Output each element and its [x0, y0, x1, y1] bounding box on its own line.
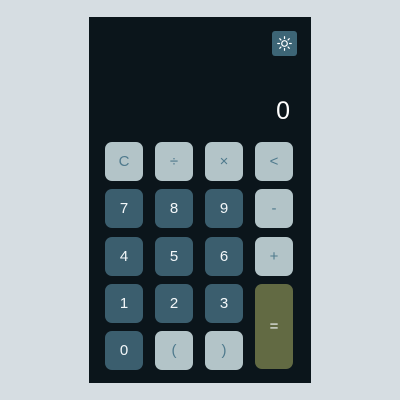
clear-button[interactable]: C [105, 142, 143, 181]
sun-icon [277, 36, 292, 51]
theme-toggle-button[interactable] [272, 31, 297, 56]
multiply-button[interactable]: × [205, 142, 243, 181]
equals-button[interactable]: = [255, 284, 293, 369]
seven-button[interactable]: 7 [105, 189, 143, 228]
six-button[interactable]: 6 [205, 237, 243, 276]
eight-button[interactable]: 8 [155, 189, 193, 228]
display-value: 0 [276, 97, 290, 125]
backspace-button[interactable]: < [255, 142, 293, 181]
calculator: 0 C ÷ × < 7 8 9 - 4 5 6 + 1 2 3 = 0 ( ) [89, 17, 311, 383]
four-button[interactable]: 4 [105, 237, 143, 276]
zero-button[interactable]: 0 [105, 331, 143, 370]
add-button[interactable]: + [255, 237, 293, 276]
nine-button[interactable]: 9 [205, 189, 243, 228]
subtract-button[interactable]: - [255, 189, 293, 228]
divide-button[interactable]: ÷ [155, 142, 193, 181]
two-button[interactable]: 2 [155, 284, 193, 323]
five-button[interactable]: 5 [155, 237, 193, 276]
three-button[interactable]: 3 [205, 284, 243, 323]
close-paren-button[interactable]: ) [205, 331, 243, 370]
one-button[interactable]: 1 [105, 284, 143, 323]
open-paren-button[interactable]: ( [155, 331, 193, 370]
